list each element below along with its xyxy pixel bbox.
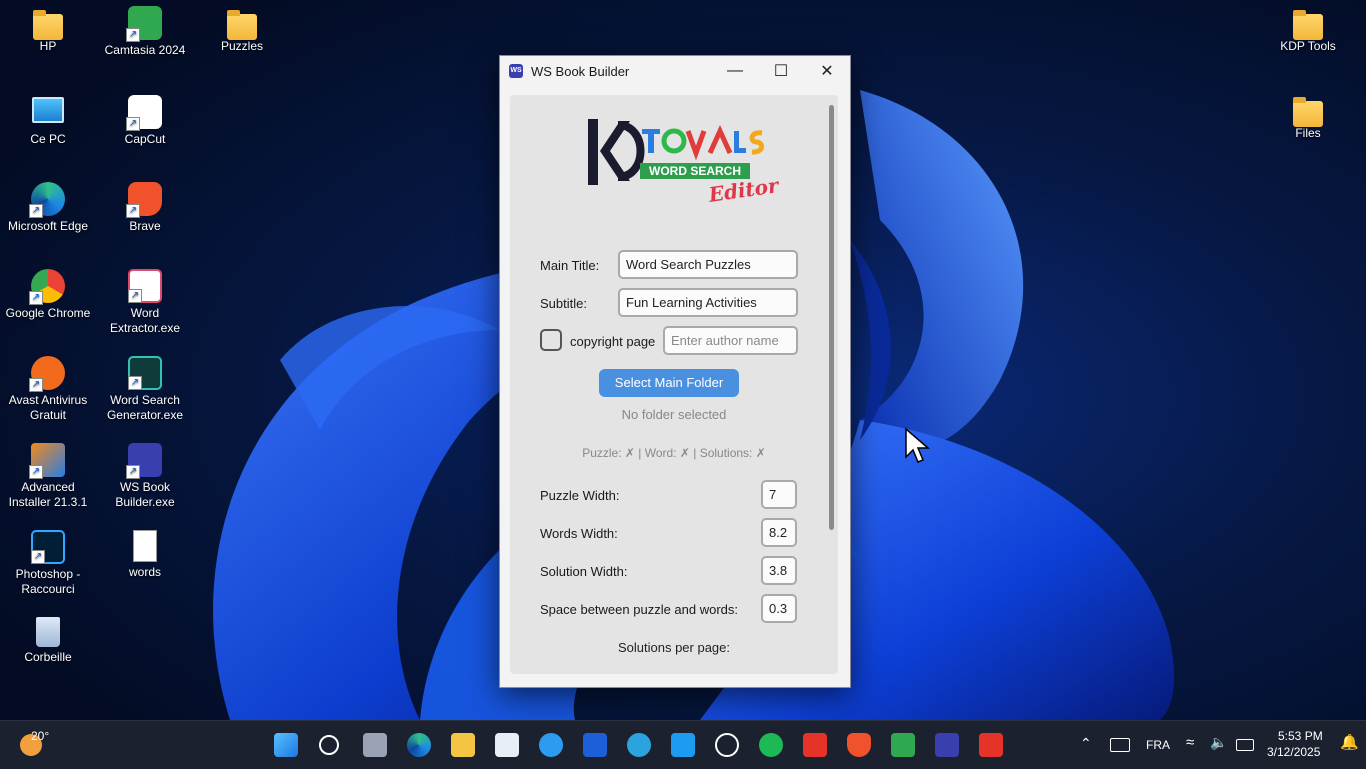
taskbar: 20° ⌃ FRA ≈ 🔈 5:53 PM 3/12/2025 🔔 [0,720,1366,769]
word-extractor-icon [128,269,162,303]
photoshop-icon [31,530,65,564]
desktop-icon-camtasia[interactable]: Camtasia 2024 [97,6,193,58]
help-icon[interactable] [539,733,563,757]
desktop-icon-chrome[interactable]: Google Chrome [0,269,96,321]
keyboard-icon[interactable] [1110,738,1130,752]
solution-width-label: Solution Width: [540,564,628,579]
show-hidden-icons-icon[interactable]: ⌃ [1080,735,1092,752]
computer-icon [32,97,64,123]
camtasia-icon[interactable] [891,733,915,757]
scrollbar[interactable] [829,105,834,530]
maximize-button[interactable]: ☐ [758,56,804,86]
desktop-icon-word-extractor[interactable]: Word Extractor.exe [97,269,193,336]
clock-date[interactable]: 3/12/2025 [1267,745,1320,759]
word-search-generator-icon [128,356,162,390]
twitter-icon[interactable] [671,733,695,757]
desktop-icon-avast[interactable]: Avast Antivirus Gratuit [0,356,96,423]
edge-icon [29,182,65,218]
chrome-icon [29,269,65,305]
subtitle-input[interactable]: Fun Learning Activities [618,288,798,317]
start-icon[interactable] [274,733,298,757]
select-main-folder-button[interactable]: Select Main Folder [599,369,739,397]
copyright-label: copyright page [570,334,656,349]
file-status: Puzzle: ✗ | Word: ✗ | Solutions: ✗ [582,446,766,460]
solution-width-input[interactable]: 3.8 [761,556,797,585]
author-name-input[interactable]: Enter author name [663,326,798,355]
ws-book-builder-icon [126,443,162,479]
folder-icon [33,10,63,40]
folder-icon [1293,97,1323,127]
minimize-button[interactable]: — [712,56,758,86]
camtasia-icon [126,6,162,42]
spotify-icon[interactable] [759,733,783,757]
volume-icon[interactable]: 🔈 [1210,734,1227,751]
ws-book-builder-icon: WS [509,64,523,78]
logo-banner: WORD SEARCH [649,164,741,178]
clock-time[interactable]: 5:53 PM [1278,729,1323,743]
desktop-icon-kdp-tools[interactable]: KDP Tools [1260,10,1356,54]
folder-status: No folder selected [621,407,727,422]
edge-icon[interactable] [407,733,431,757]
telegram-icon[interactable] [627,733,651,757]
ws-book-builder-window: WS WS Book Builder — ☐ ✕ WORD SEARCH Edi… [499,55,851,688]
folder-icon [1293,10,1323,40]
malwarebytes-icon[interactable] [583,733,607,757]
avast-icon [29,356,65,392]
mouse-cursor-icon [905,427,930,463]
ws-book-builder-icon[interactable] [935,733,959,757]
desktop-icon-photoshop[interactable]: Photoshop - Raccourci [0,530,96,597]
text-file-icon [133,530,157,562]
search-icon[interactable] [319,735,339,755]
weather-temp: 20° [31,729,50,743]
video-editor-icon[interactable] [803,733,827,757]
close-button[interactable]: ✕ [804,56,850,86]
camtasia-recorder-icon[interactable] [979,733,1003,757]
store-icon[interactable] [495,733,519,757]
desktop-icon-capcut[interactable]: CapCut [97,95,193,147]
desktop-icon-words[interactable]: words [97,530,193,580]
language-indicator[interactable]: FRA [1146,738,1170,752]
desktop-icon-recycle-bin[interactable]: Corbeille [0,617,96,665]
desktop-icon-ce-pc[interactable]: Ce PC [0,95,96,147]
advanced-installer-icon [29,443,65,479]
recycle-bin-icon [36,617,60,647]
window-title: WS Book Builder [531,63,630,79]
solutions-per-page-label: Solutions per page: [617,640,731,655]
capcut-icon [126,95,162,131]
file-explorer-icon[interactable] [451,733,475,757]
desktop-icon-puzzles[interactable]: Puzzles [194,10,290,54]
desktop-icon-advanced-installer[interactable]: Advanced Installer 21.3.1 [0,443,96,510]
main-title-input[interactable]: Word Search Puzzles [618,250,798,279]
copyright-checkbox[interactable] [540,329,562,351]
words-width-label: Words Width: [540,526,618,541]
battery-icon[interactable] [1236,739,1254,751]
task-view-icon[interactable] [363,733,387,757]
kd-tools-logo: WORD SEARCH Editor [588,119,781,207]
space-between-input[interactable]: 0.3 [761,594,797,623]
desktop-icon-files[interactable]: Files [1260,97,1356,141]
puzzle-width-label: Puzzle Width: [540,488,620,503]
desktop-icon-brave[interactable]: Brave [97,182,193,234]
desktop-icon-hp[interactable]: HP [0,10,96,54]
folder-icon [227,10,257,40]
brave-icon [126,182,162,218]
desktop-icon-ws-book-builder[interactable]: WS Book Builder.exe [97,443,193,510]
desktop-icon-word-search-generator[interactable]: Word Search Generator.exe [97,356,193,423]
chatgpt-icon[interactable] [715,733,739,757]
main-title-label: Main Title: [540,258,600,273]
brave-icon[interactable] [847,733,871,757]
notifications-icon[interactable]: 🔔 [1340,733,1359,751]
desktop-icon-edge[interactable]: Microsoft Edge [0,182,96,234]
title-bar[interactable]: WS WS Book Builder — ☐ ✕ [500,56,850,86]
words-width-input[interactable]: 8.2 [761,518,797,547]
puzzle-width-input[interactable]: 7 [761,480,797,509]
wifi-icon[interactable]: ≈ [1186,734,1194,751]
space-between-label: Space between puzzle and words: [540,602,739,617]
main-panel: WORD SEARCH Editor Main Title: Word Sear… [510,95,838,674]
subtitle-label: Subtitle: [540,296,587,311]
